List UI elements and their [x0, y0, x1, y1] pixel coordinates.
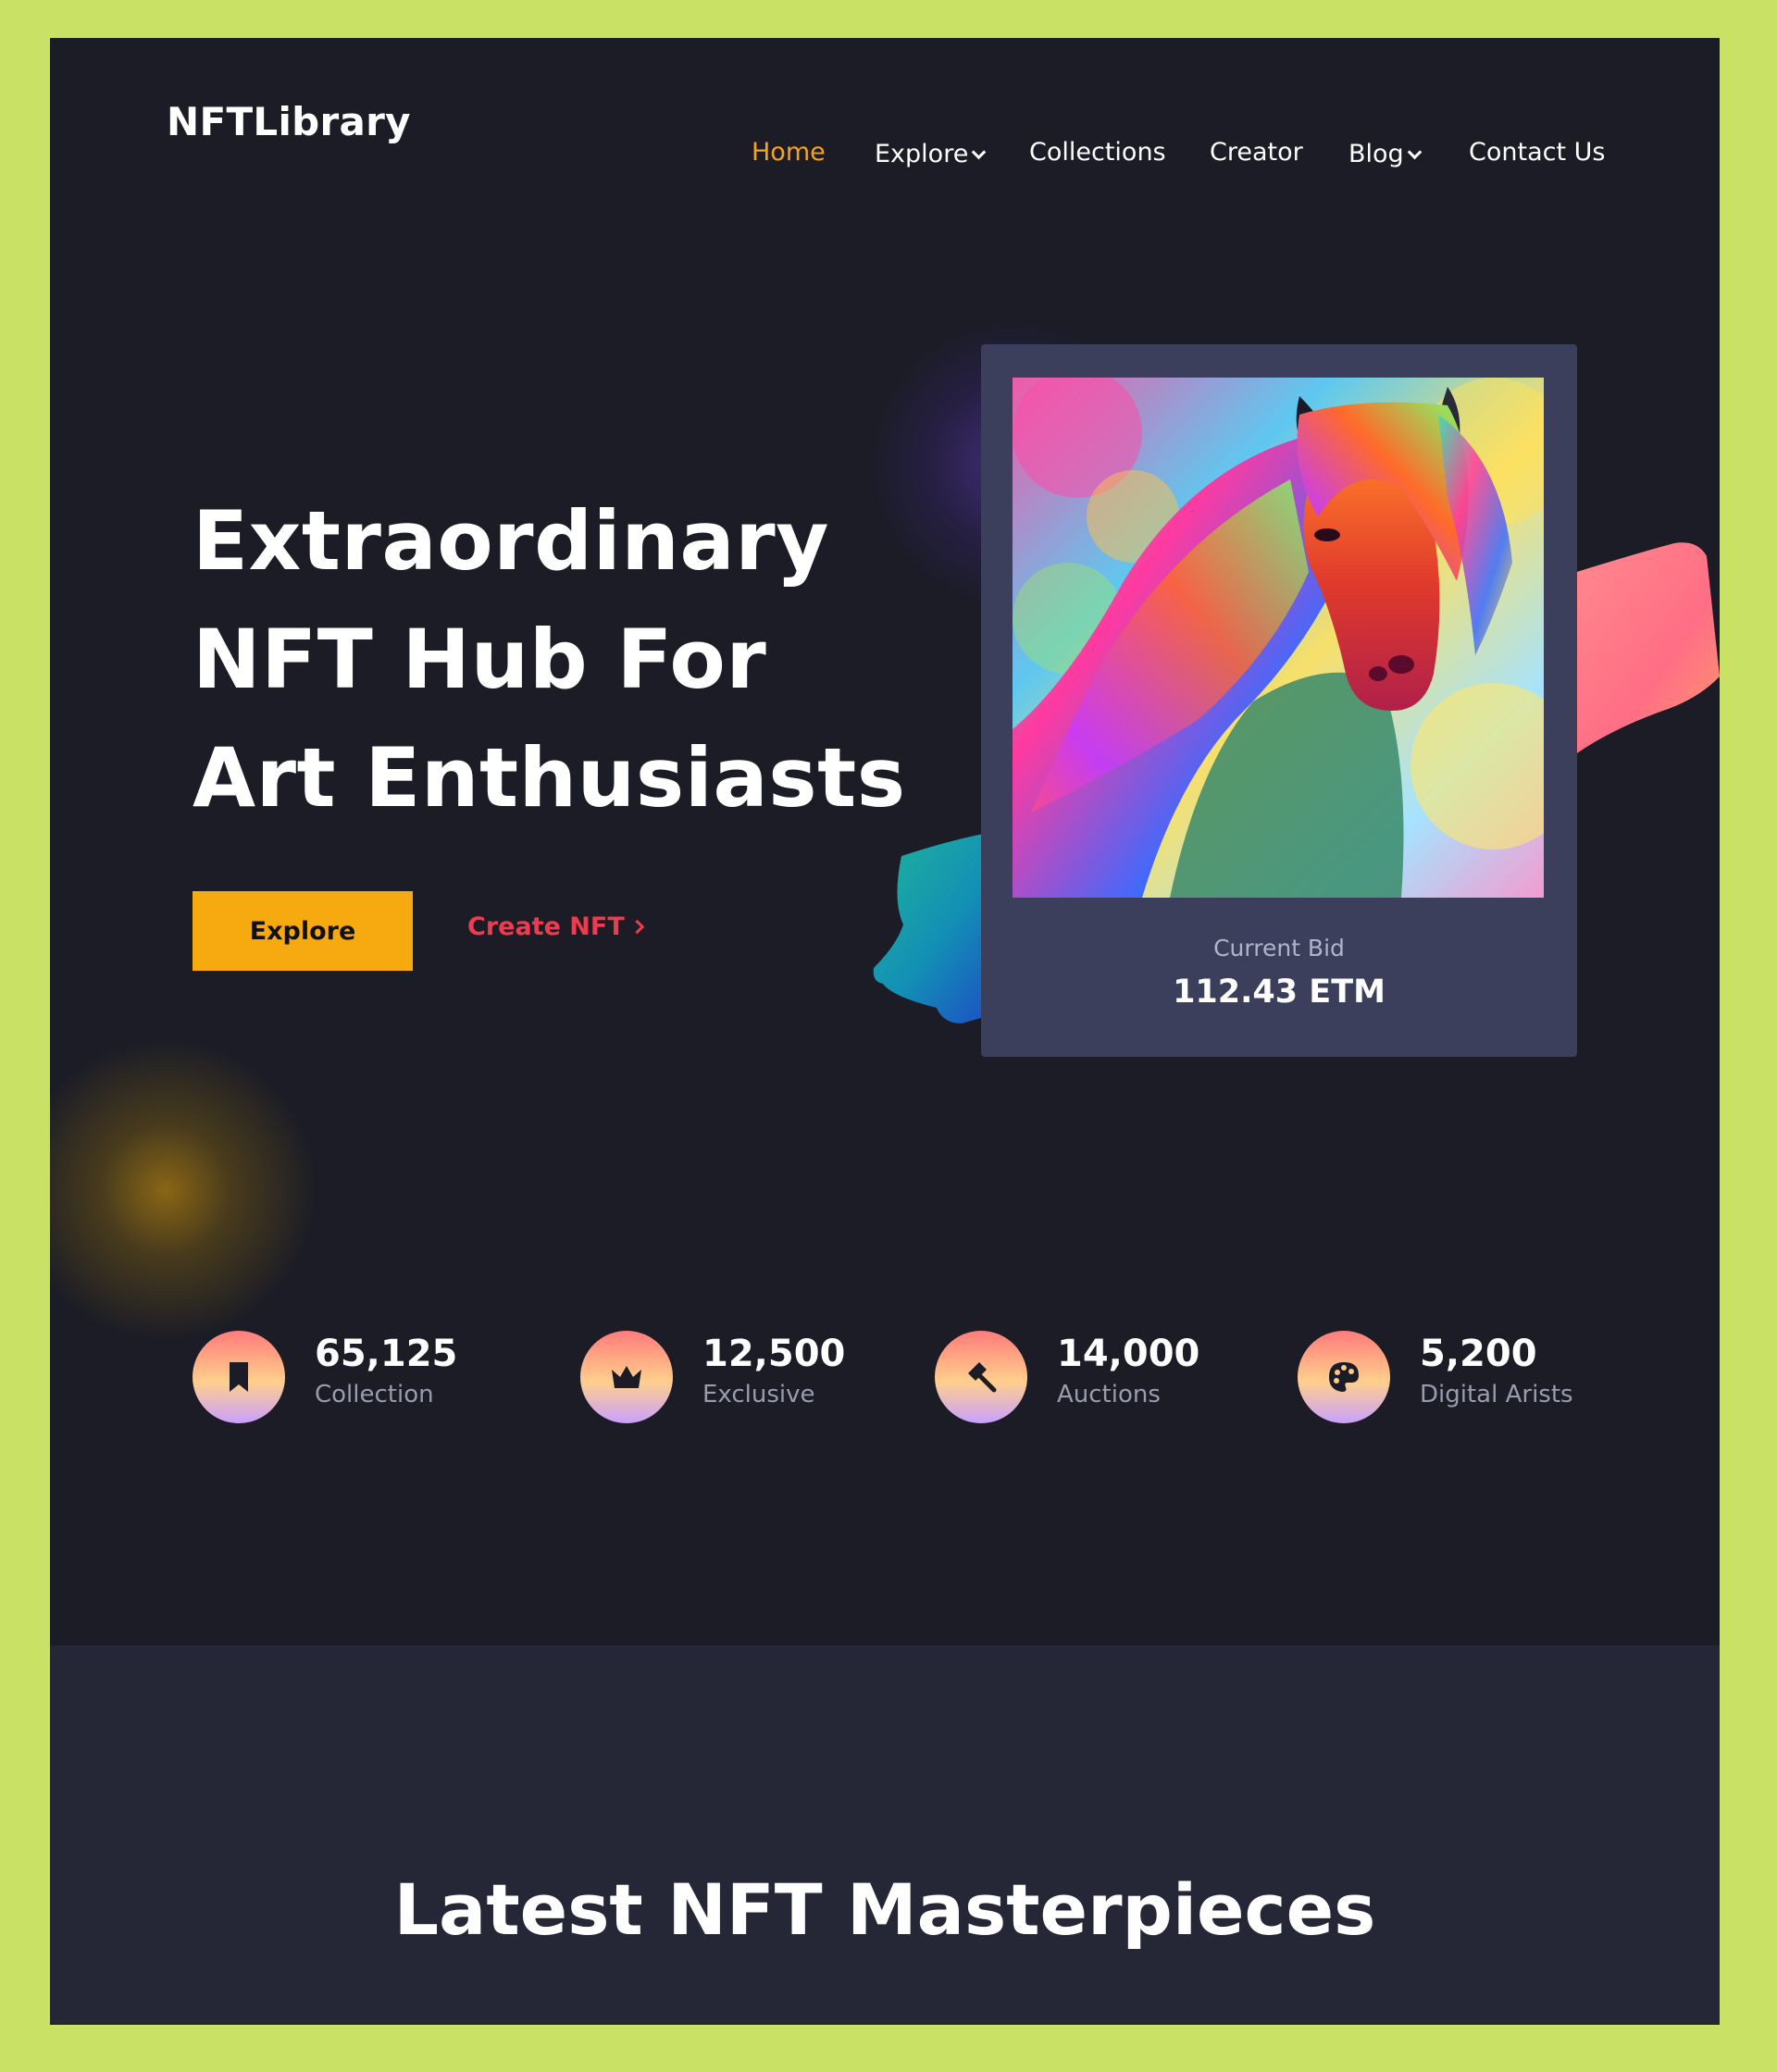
create-nft-link[interactable]: Create NFT: [467, 912, 645, 941]
nav-blog-label: Blog: [1348, 140, 1404, 168]
stat-icon-circle: [193, 1331, 285, 1423]
nav-collections[interactable]: Collections: [1029, 138, 1166, 167]
stat-value: 12,500: [702, 1333, 846, 1375]
gavel-icon: [968, 1362, 997, 1393]
page: NFTLibrary Home Explore Collections Crea…: [50, 38, 1720, 2025]
nav-contact-us[interactable]: Contact Us: [1469, 138, 1605, 167]
nft-card[interactable]: Current Bid 112.43 ETM: [981, 344, 1577, 1057]
horse-artwork-icon: [1013, 378, 1544, 898]
nav-collections-label: Collections: [1029, 138, 1166, 167]
current-bid-value: 112.43 ETM: [1173, 974, 1386, 1011]
stat-icon-circle: [1298, 1331, 1390, 1423]
chevron-down-icon: [1407, 144, 1422, 160]
nav-blog[interactable]: Blog: [1348, 140, 1422, 168]
nft-artwork-image[interactable]: [1013, 378, 1544, 898]
stat-icon-circle: [580, 1331, 673, 1423]
create-nft-label: Create NFT: [467, 912, 625, 941]
latest-section-title: Latest NFT Masterpieces: [393, 1868, 1376, 1951]
stat-value: 14,000: [1057, 1333, 1200, 1375]
crown-icon: [612, 1366, 641, 1388]
hero-title-line: Extraordinary: [193, 493, 830, 589]
nav-contact-us-label: Contact Us: [1469, 138, 1606, 167]
stat-label: Auctions: [1057, 1381, 1161, 1408]
chevron-down-icon: [972, 144, 987, 160]
hero-title: Extraordinary NFT Hub For Art Enthusiast…: [193, 482, 933, 837]
latest-section: [50, 1645, 1720, 2025]
site-logo[interactable]: NFTLibrary: [167, 99, 411, 144]
current-bid-label: Current Bid: [1213, 935, 1345, 962]
stat-value: 5,200: [1420, 1333, 1537, 1375]
hero-title-line: NFT Hub For: [193, 612, 767, 707]
stat-value: 65,125: [315, 1333, 458, 1375]
chevron-right-icon: [629, 919, 645, 935]
bookmark-icon: [230, 1362, 248, 1392]
stat-label: Collection: [315, 1381, 434, 1408]
explore-button[interactable]: Explore: [193, 891, 413, 971]
palette-icon: [1329, 1362, 1359, 1392]
nav-explore-label: Explore: [875, 140, 969, 168]
stat-icon-circle: [935, 1331, 1027, 1423]
nav-creator-label: Creator: [1210, 138, 1303, 167]
stat-label: Exclusive: [702, 1381, 815, 1408]
stat-label: Digital Arists: [1420, 1381, 1573, 1408]
hero-title-line: Art Enthusiasts: [193, 730, 906, 825]
nav-explore[interactable]: Explore: [875, 140, 987, 168]
nav-home[interactable]: Home: [752, 138, 826, 167]
site-header: NFTLibrary Home Explore Collections Crea…: [50, 38, 1720, 205]
decorative-pink-shape: [1568, 542, 1720, 760]
decorative-yellow-glow: [50, 1037, 318, 1343]
nav-creator[interactable]: Creator: [1210, 138, 1303, 167]
nav-home-label: Home: [752, 138, 826, 167]
